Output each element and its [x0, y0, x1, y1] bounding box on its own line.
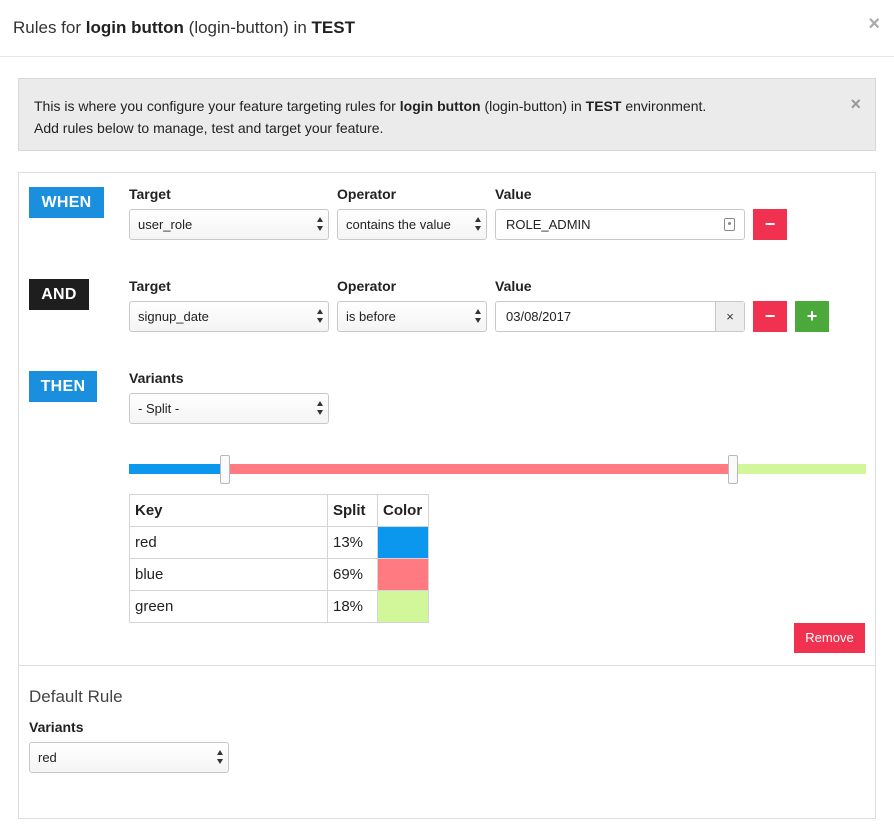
alert-line1-prefix: This is where you configure your feature… — [34, 98, 400, 114]
remove-rule-button[interactable]: Remove — [794, 623, 865, 653]
and-operator-value: is before — [346, 309, 396, 324]
alert-close-icon[interactable]: × — [850, 95, 861, 113]
modal-feature-key: (login-button) in — [183, 18, 312, 37]
modal-environment: TEST — [311, 18, 355, 37]
and-tag: AND — [29, 279, 89, 310]
target-label: Target — [129, 186, 171, 202]
alert-environment: TEST — [585, 98, 622, 114]
variant-color-swatch — [377, 526, 429, 559]
add-condition-button[interactable]: + — [795, 301, 829, 332]
slider-handle[interactable] — [728, 455, 738, 484]
slider-segment-green — [733, 464, 866, 474]
and-target-select[interactable]: signup_date — [129, 301, 329, 332]
variants-select[interactable]: - Split - — [129, 393, 329, 424]
variants-selected-value: - Split - — [138, 401, 180, 416]
info-alert: This is where you configure your feature… — [18, 78, 876, 151]
default-rule-title: Default Rule — [29, 687, 123, 706]
targeting-rule-panel: WHEN Target Operator Value user_role con… — [18, 172, 876, 665]
when-target-value: user_role — [138, 217, 193, 232]
and-target-value: signup_date — [138, 309, 209, 324]
slider-handle[interactable] — [220, 455, 230, 484]
when-operator-select[interactable]: contains the value — [337, 209, 487, 240]
then-tag: THEN — [29, 371, 97, 402]
and-operator-select[interactable]: is before — [337, 301, 487, 332]
default-variant-select[interactable]: red — [29, 742, 229, 773]
value-label: Value — [495, 278, 532, 294]
column-header-color: Color — [377, 494, 429, 527]
variant-color-swatch — [377, 590, 429, 623]
variant-key: red — [129, 526, 328, 559]
alert-feature-name: login button — [399, 98, 481, 114]
value-label: Value — [495, 186, 532, 202]
variant-split: 18% — [327, 590, 378, 623]
select-arrows-icon — [217, 750, 224, 764]
default-variant-value: red — [38, 750, 57, 765]
variant-key: blue — [129, 558, 328, 591]
when-tag: WHEN — [29, 187, 104, 218]
select-arrows-icon — [475, 309, 482, 323]
modal-feature-name: login button — [85, 18, 184, 37]
default-variants-label: Variants — [29, 719, 84, 735]
alert-line2: Add rules below to manage, test and targ… — [34, 120, 384, 136]
slider-segment-red — [129, 464, 225, 474]
alert-line1-mid: (login-button) in — [480, 98, 586, 114]
variant-split: 13% — [327, 526, 378, 559]
modal-header: Rules for login button (login-button) in… — [0, 0, 894, 57]
modal-title-prefix: Rules for — [13, 18, 86, 37]
remove-condition-button[interactable]: − — [753, 209, 787, 240]
select-arrows-icon — [317, 217, 324, 231]
slider-segment-blue — [225, 464, 733, 474]
default-rule-panel: Default Rule Variants red — [18, 665, 876, 819]
when-value-input[interactable]: ROLE_ADMIN — [495, 209, 745, 240]
select-arrows-icon — [475, 217, 482, 231]
operator-label: Operator — [337, 186, 397, 202]
when-operator-value: contains the value — [346, 217, 451, 232]
variants-label: Variants — [129, 370, 184, 386]
clear-date-button[interactable]: × — [715, 302, 744, 331]
modal-close-icon[interactable]: × — [868, 14, 880, 34]
split-slider[interactable] — [129, 455, 866, 484]
alert-text: This is where you configure your feature… — [34, 95, 814, 139]
contact-card-icon[interactable] — [724, 218, 735, 231]
remove-condition-button[interactable]: − — [753, 301, 787, 332]
column-header-key: Key — [129, 494, 328, 527]
split-table: Key Split Color red 13% blue 69% green 1… — [129, 494, 429, 623]
select-arrows-icon — [317, 309, 324, 323]
when-value-text: ROLE_ADMIN — [506, 217, 591, 232]
table-header-row: Key Split Color — [129, 494, 429, 527]
variant-color-swatch — [377, 558, 429, 591]
and-date-value: 03/08/2017 — [506, 309, 572, 324]
target-label: Target — [129, 278, 171, 294]
table-row: red 13% — [129, 526, 429, 559]
modal-title: Rules for login button (login-button) in… — [13, 18, 355, 38]
variant-key: green — [129, 590, 328, 623]
column-header-split: Split — [327, 494, 378, 527]
when-target-select[interactable]: user_role — [129, 209, 329, 240]
operator-label: Operator — [337, 278, 397, 294]
variant-split: 69% — [327, 558, 378, 591]
alert-line1-suffix: environment. — [621, 98, 707, 114]
and-date-input[interactable]: 03/08/2017 × — [495, 301, 745, 332]
table-row: blue 69% — [129, 558, 429, 591]
table-row: green 18% — [129, 590, 429, 623]
select-arrows-icon — [317, 401, 324, 415]
